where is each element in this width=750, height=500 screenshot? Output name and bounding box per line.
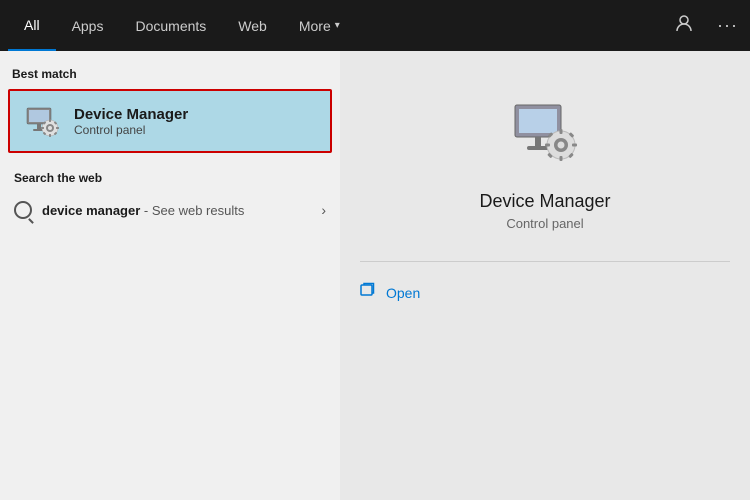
best-match-title: Best match: [0, 63, 340, 89]
tab-web[interactable]: Web: [222, 0, 283, 51]
nav-right-icons: ···: [671, 10, 742, 41]
open-action-icon: [360, 282, 376, 303]
left-panel: Best match: [0, 51, 340, 500]
best-match-item-info: Device Manager Control panel: [74, 106, 188, 137]
tab-apps-label: Apps: [72, 18, 104, 34]
tab-all-label: All: [24, 17, 40, 33]
tab-more-label: More: [299, 18, 331, 34]
open-action[interactable]: Open: [360, 276, 730, 309]
device-manager-icon: [22, 101, 62, 141]
detail-item-type: Control panel: [506, 216, 583, 231]
detail-divider: [360, 261, 730, 262]
search-icon: [14, 201, 32, 219]
tab-documents-label: Documents: [135, 18, 206, 34]
person-icon[interactable]: [671, 10, 697, 41]
main-content: Best match: [0, 51, 750, 500]
tab-apps[interactable]: Apps: [56, 0, 120, 51]
best-match-item-name: Device Manager: [74, 106, 188, 123]
best-match-item[interactable]: Device Manager Control panel: [8, 89, 332, 153]
tab-more[interactable]: More ▾: [283, 0, 356, 51]
more-options-icon[interactable]: ···: [713, 11, 742, 40]
detail-actions: Open: [340, 276, 750, 309]
web-section: Search the web device manager - See web …: [0, 167, 340, 227]
web-item-left: device manager - See web results: [14, 201, 244, 219]
web-section-title: Search the web: [2, 167, 338, 193]
web-sub: - See web results: [140, 203, 244, 218]
tab-all[interactable]: All: [8, 0, 56, 51]
tab-documents[interactable]: Documents: [119, 0, 222, 51]
right-panel: Device Manager Control panel Open: [340, 51, 750, 500]
open-action-label: Open: [386, 285, 420, 301]
nav-tabs: All Apps Documents Web More ▾: [8, 0, 356, 51]
top-nav-bar: All Apps Documents Web More ▾ ···: [0, 0, 750, 51]
chevron-right-icon: ›: [321, 202, 326, 218]
web-search-item[interactable]: device manager - See web results ›: [2, 193, 338, 227]
detail-device-manager-icon: [505, 91, 585, 171]
best-match-item-type: Control panel: [74, 123, 188, 137]
web-item-text: device manager - See web results: [42, 203, 244, 218]
detail-item-name: Device Manager: [479, 191, 610, 212]
chevron-down-icon: ▾: [335, 20, 340, 31]
web-query: device manager: [42, 203, 140, 218]
tab-web-label: Web: [238, 18, 267, 34]
